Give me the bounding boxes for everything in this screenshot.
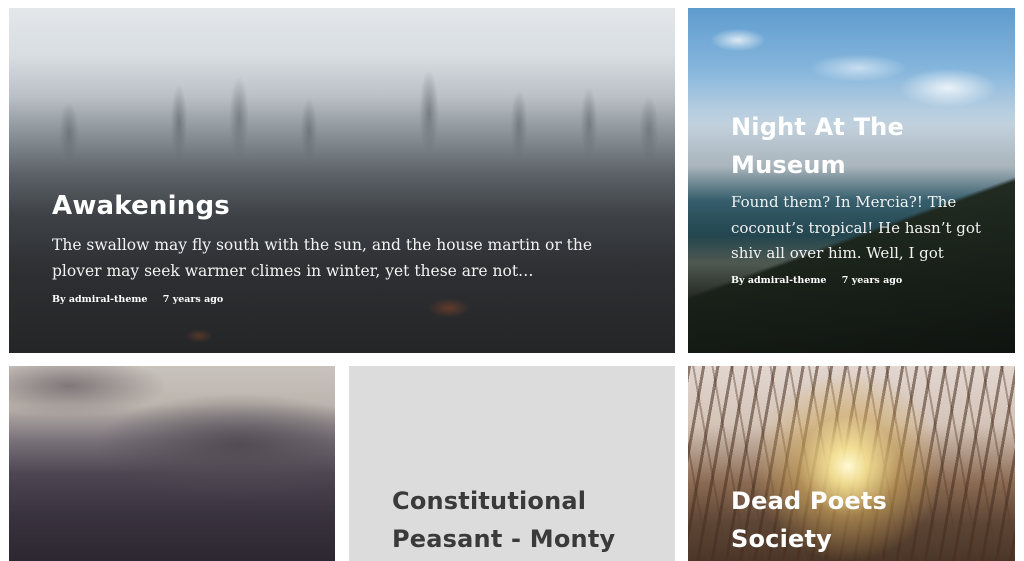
post-card-content: Night At The Museum Found them? In Merci… <box>731 108 995 286</box>
post-card-dead-poets-society[interactable]: Dead Poets Society <box>688 366 1015 561</box>
post-card-awakenings[interactable]: Awakenings The swallow may fly south wit… <box>9 8 675 353</box>
post-title[interactable]: Night At The Museum <box>731 108 995 184</box>
post-card-content: Dead Poets Society <box>731 482 985 558</box>
post-author[interactable]: By admiral-theme <box>52 294 147 305</box>
post-title[interactable]: Awakenings <box>52 188 645 224</box>
post-meta: By admiral-theme 7 years ago <box>52 294 645 305</box>
post-image-forest-hills <box>9 366 335 561</box>
post-date: 7 years ago <box>162 294 224 305</box>
post-card-night-at-the-museum[interactable]: Night At The Museum Found them? In Merci… <box>688 8 1015 353</box>
post-title[interactable]: Dead Poets Society <box>731 482 985 558</box>
post-author[interactable]: By admiral-theme <box>731 275 826 286</box>
post-excerpt: The swallow may fly south with the sun, … <box>52 236 593 280</box>
post-excerpt: Found them? In Mercia?! The coconut’s tr… <box>731 193 981 262</box>
post-card-content: Awakenings The swallow may fly south wit… <box>52 188 645 305</box>
post-date: 7 years ago <box>841 275 903 286</box>
post-card-content: Constitutional Peasant - Monty <box>392 482 645 558</box>
post-card-constitutional-peasant[interactable]: Constitutional Peasant - Monty <box>349 366 675 561</box>
post-card-forest-hills[interactable] <box>9 366 335 561</box>
post-image-tree-silhouettes <box>9 63 675 173</box>
post-meta: By admiral-theme 7 years ago <box>731 275 995 286</box>
post-title[interactable]: Constitutional Peasant - Monty <box>392 482 645 558</box>
